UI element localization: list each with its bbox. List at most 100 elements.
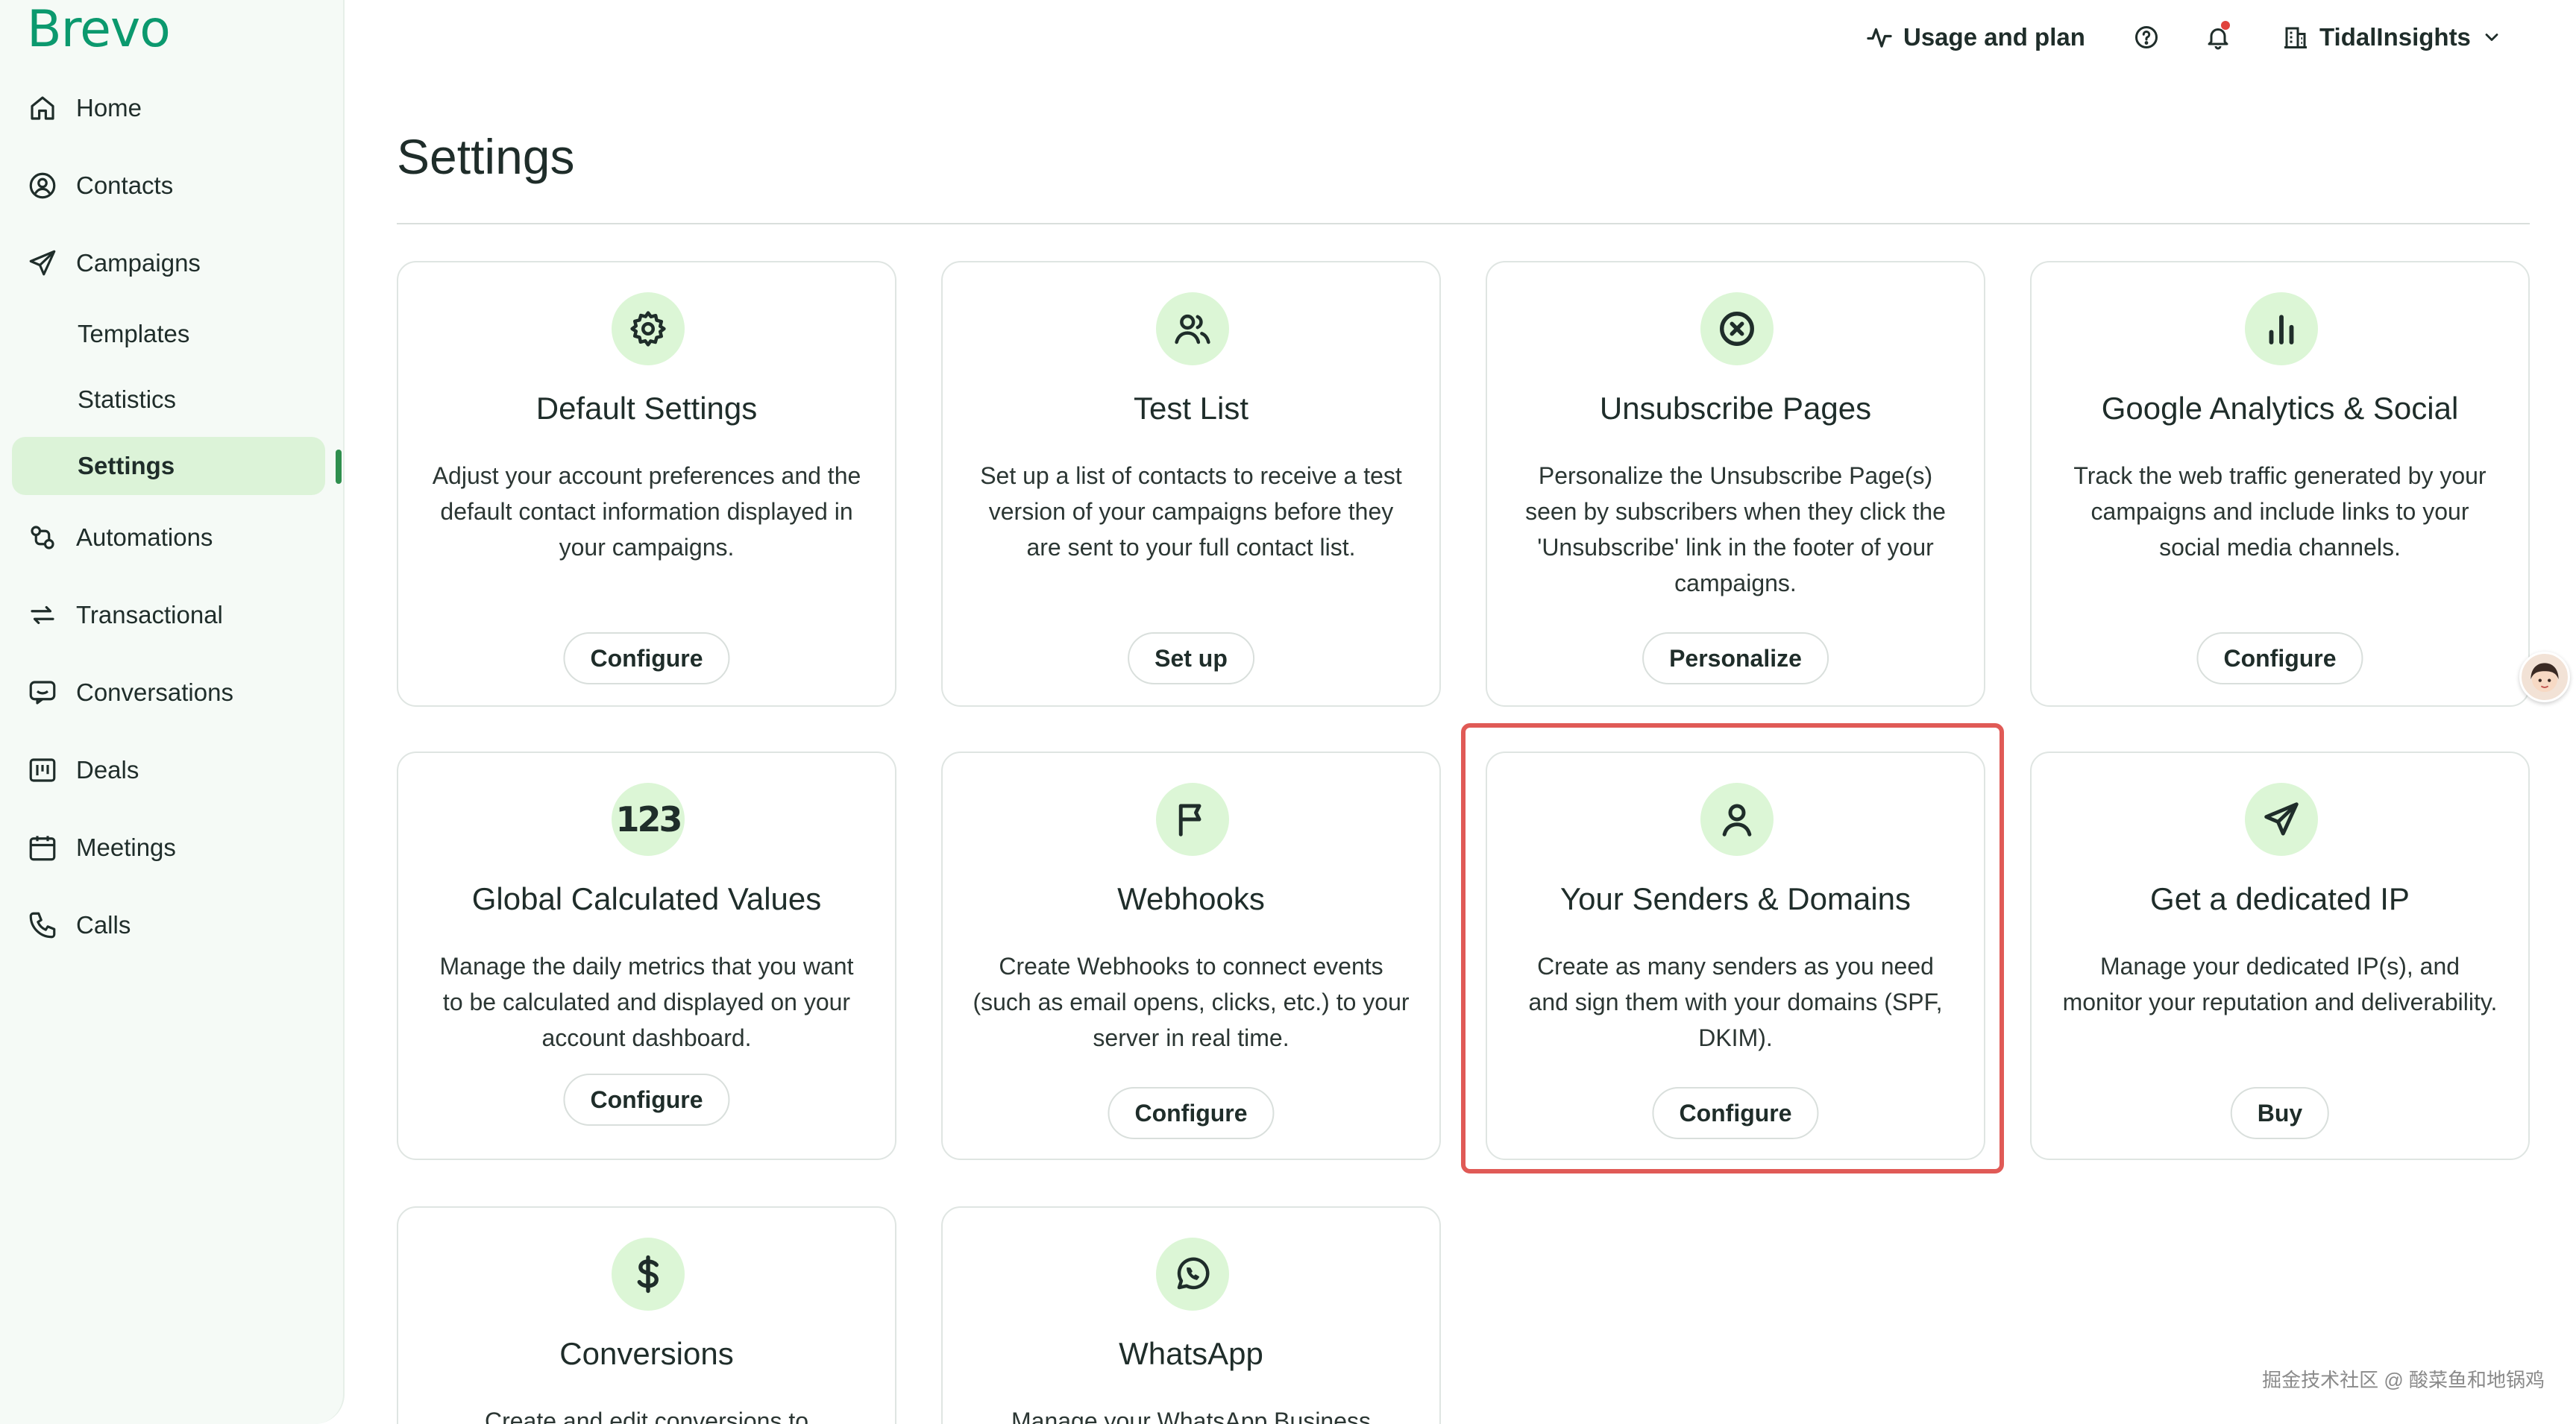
sidebar-item-campaigns[interactable]: Campaigns xyxy=(27,241,201,286)
card-icon-circle xyxy=(612,1238,685,1311)
transactional-icon xyxy=(31,605,54,625)
sidebar-item-calls[interactable]: Calls xyxy=(27,903,131,948)
card-webhooks: Webhooks Create Webhooks to connect even… xyxy=(941,752,1441,1160)
card-global-calculated-values: 123 Global Calculated Values Manage the … xyxy=(397,752,896,1160)
help-button[interactable] xyxy=(2133,16,2160,58)
card-icon-circle xyxy=(1156,1238,1229,1311)
selection-highlight xyxy=(1461,723,2004,1173)
phone-icon xyxy=(29,912,56,939)
card-icon-circle xyxy=(2245,292,2318,365)
card-google-analytics-social: Google Analytics & Social Track the web … xyxy=(2030,261,2530,707)
card-title: Test List xyxy=(1133,391,1249,426)
sidebar-item-statistics[interactable]: Statistics xyxy=(78,377,176,422)
card-whatsapp: WhatsApp Manage your WhatsApp Business xyxy=(941,1206,1441,1424)
calendar-icon xyxy=(29,836,56,861)
card-icon-circle xyxy=(2245,783,2318,856)
sidebar: Brevo Home Contacts Campaigns Templates … xyxy=(0,0,345,1424)
sidebar-item-deals[interactable]: Deals xyxy=(27,748,139,793)
whatsapp-icon xyxy=(1177,1257,1210,1290)
sidebar-item-label: Automations xyxy=(76,523,213,551)
sidebar-item-label: Home xyxy=(76,94,142,122)
dollar-icon xyxy=(637,1255,659,1294)
set-up-button[interactable]: Set up xyxy=(1128,632,1254,684)
notification-dot xyxy=(2221,21,2230,30)
card-icon-circle xyxy=(612,292,685,365)
card-description: Create Webhooks to connect events (such … xyxy=(973,953,1410,1051)
deals-icon xyxy=(29,758,56,782)
card-icon-circle xyxy=(1156,292,1229,365)
card-title: Get a dedicated IP xyxy=(2150,881,2410,916)
card-dedicated-ip: Get a dedicated IP Manage your dedicated… xyxy=(2030,752,2530,1160)
card-description: Manage your dedicated IP(s), and monitor… xyxy=(2062,953,2498,1015)
card-icon-circle xyxy=(1700,292,1774,365)
card-unsubscribe-pages: Unsubscribe Pages Personalize the Unsubs… xyxy=(1486,261,1985,707)
x-circle-icon xyxy=(1720,312,1754,346)
card-title: Conversions xyxy=(559,1336,734,1371)
card-icon-circle: 123 xyxy=(612,783,685,856)
sidebar-item-label: Meetings xyxy=(76,834,176,861)
sidebar-item-label: Settings xyxy=(78,452,175,479)
chevron-down-icon xyxy=(2485,34,2498,41)
card-default-settings: Default Settings Adjust your account pre… xyxy=(397,261,896,707)
sidebar-item-label: Statistics xyxy=(78,385,177,413)
sidebar-item-conversations[interactable]: Conversations xyxy=(27,670,233,715)
card-title: Global Calculated Values xyxy=(471,881,822,916)
sidebar-item-settings[interactable]: Settings xyxy=(78,444,175,488)
sidebar-item-templates[interactable]: Templates xyxy=(78,312,189,356)
watermark-text: 掘金技术社区 @ 酸菜鱼和地锅鸡 xyxy=(2262,1369,2545,1391)
building-icon xyxy=(2284,27,2307,48)
card-description: Manage the daily metrics that you want t… xyxy=(439,953,854,1051)
sidebar-item-label: Transactional xyxy=(76,601,223,628)
card-title: Webhooks xyxy=(1117,881,1265,916)
sidebar-item-automations[interactable]: Automations xyxy=(27,515,213,560)
title-divider xyxy=(397,223,2530,224)
automations-icon xyxy=(31,526,54,549)
card-description: Adjust your account preferences and the … xyxy=(432,462,861,561)
help-icon xyxy=(2135,26,2158,48)
sidebar-item-label: Templates xyxy=(78,320,190,347)
activity-icon xyxy=(1867,28,1892,48)
card-description: Create and edit conversions to xyxy=(484,1408,809,1424)
card-test-list: Test List Set up a list of contacts to r… xyxy=(941,261,1441,707)
usage-and-plan-label: Usage and plan xyxy=(1903,23,2085,51)
card-description: Manage your WhatsApp Business xyxy=(1011,1408,1372,1424)
card-title: Unsubscribe Pages xyxy=(1599,391,1872,426)
configure-button[interactable]: Configure xyxy=(2196,632,2363,684)
buy-button[interactable]: Buy xyxy=(2230,1087,2330,1139)
usage-and-plan-button[interactable]: Usage and plan xyxy=(1866,16,2085,58)
users-icon xyxy=(1175,314,1210,344)
send-icon xyxy=(2264,802,2299,836)
card-title: Google Analytics & Social xyxy=(2101,391,2459,426)
account-name: TidalInsights xyxy=(2319,23,2471,51)
card-description: Set up a list of contacts to receive a t… xyxy=(980,462,1402,561)
home-icon xyxy=(31,96,54,120)
personalize-button[interactable]: Personalize xyxy=(1642,632,1829,684)
chat-icon xyxy=(29,681,56,705)
sidebar-item-label: Contacts xyxy=(76,171,174,199)
card-conversions: Conversions Create and edit conversions … xyxy=(397,1206,896,1424)
page-title: Settings xyxy=(397,129,575,184)
configure-button[interactable]: Configure xyxy=(563,632,730,684)
card-description: Personalize the Unsubscribe Page(s) seen… xyxy=(1525,462,1946,596)
notifications-button[interactable] xyxy=(2205,16,2231,58)
send-icon xyxy=(29,250,56,276)
configure-button[interactable]: Configure xyxy=(563,1074,730,1126)
sidebar-item-label: Calls xyxy=(76,911,131,939)
sidebar-item-contacts[interactable]: Contacts xyxy=(27,163,173,208)
sidebar-item-home[interactable]: Home xyxy=(27,86,142,130)
bar-chart-icon xyxy=(2269,315,2294,344)
card-title: WhatsApp xyxy=(1119,1336,1263,1371)
sidebar-item-label: Campaigns xyxy=(76,249,201,277)
card-description: Track the web traffic generated by your … xyxy=(2073,462,2487,561)
configure-button[interactable]: Configure xyxy=(1108,1087,1275,1139)
sidebar-item-label: Conversations xyxy=(76,678,233,706)
gear-icon xyxy=(630,311,666,347)
sidebar-active-indicator xyxy=(336,450,342,484)
account-menu[interactable]: TidalInsights xyxy=(2282,16,2502,58)
flag-icon xyxy=(1178,804,1201,837)
brevo-logo[interactable]: Brevo xyxy=(27,0,171,59)
card-title: Default Settings xyxy=(535,391,758,426)
assistant-avatar[interactable] xyxy=(2519,652,2570,702)
sidebar-item-transactional[interactable]: Transactional xyxy=(27,593,223,637)
sidebar-item-meetings[interactable]: Meetings xyxy=(27,825,176,870)
